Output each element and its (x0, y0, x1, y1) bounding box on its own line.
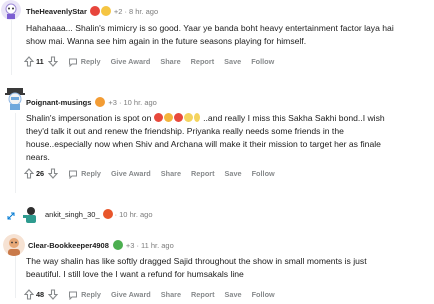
comment-line: The way shalin has like softly dragged S… (26, 256, 367, 266)
comment-body: Hahahaaa... Shalin's mimicry is so good.… (26, 22, 394, 48)
comment-timestamp[interactable]: 11 hr. ago (141, 241, 174, 250)
avatar[interactable] (3, 234, 25, 256)
comment-line: beautiful. I still love the I want a ref… (26, 269, 244, 279)
comment-author[interactable]: ankit_singh_30_ (45, 210, 100, 219)
emoji-icon (173, 113, 183, 122)
separator-dot: · (136, 240, 139, 250)
expand-icon[interactable] (6, 208, 16, 220)
comment-line: nears. (26, 152, 50, 162)
upvote-icon[interactable] (24, 289, 34, 300)
separator-dot: · (124, 6, 127, 16)
comment-icon (69, 170, 78, 179)
report-button[interactable]: Report (191, 290, 215, 299)
comment-icon (68, 58, 77, 67)
emoji-icon (193, 113, 200, 122)
comment-line: they'd talk it out and renew the friends… (26, 126, 344, 136)
vote-count: 11 (36, 57, 44, 66)
flair-icon (95, 97, 106, 107)
emoji-icon (183, 113, 193, 122)
comment-line: Shalin's impersonation is spot on ..and … (26, 112, 431, 125)
save-button[interactable]: Save (225, 169, 242, 178)
karma-badge: +3 (108, 97, 117, 107)
emoji-icons (153, 113, 203, 123)
share-button[interactable]: Share (161, 290, 181, 299)
downvote-icon[interactable] (48, 168, 59, 179)
save-button[interactable]: Save (224, 57, 241, 66)
share-button[interactable]: Share (161, 169, 181, 178)
follow-button[interactable]: Follow (251, 57, 274, 66)
avatar[interactable] (1, 0, 21, 20)
reply-label: Reply (80, 57, 101, 66)
downvote-icon[interactable] (47, 56, 58, 67)
comment-line: house..especially now when Shiv and Arch… (26, 139, 381, 149)
emoji-icon (163, 113, 173, 122)
comment-timestamp[interactable]: 10 hr. ago (119, 210, 152, 219)
comment-author[interactable]: Clear-Bookkeeper4908 (28, 241, 109, 250)
reply-label: Reply (81, 290, 101, 299)
share-button[interactable]: Share (160, 57, 180, 66)
reply-button[interactable]: Reply (68, 290, 101, 300)
upvote-icon[interactable] (24, 168, 34, 179)
report-button[interactable]: Report (191, 169, 215, 178)
avatar[interactable] (3, 86, 27, 110)
comment-timestamp[interactable]: 10 hr. ago (123, 98, 156, 107)
separator-dot: · (118, 97, 122, 107)
comment-text: ..and really I miss this Sakha Sakhi bon… (203, 113, 385, 123)
comment-timestamp[interactable]: 8 hr. ago (129, 7, 158, 16)
reply-button[interactable]: Reply (68, 57, 101, 67)
comment-body: Shalin's impersonation is spot on ..and … (26, 112, 431, 164)
reply-button[interactable]: Reply (68, 169, 101, 179)
flair-icon (100, 6, 111, 16)
karma-badge: +2 (113, 6, 123, 16)
avatar[interactable] (20, 203, 42, 225)
report-button[interactable]: Report (191, 57, 215, 66)
vote-count: 48 (36, 290, 45, 299)
comment-line: Hahahaaa... Shalin's mimicry is so good.… (26, 23, 394, 33)
thread-line[interactable] (15, 113, 16, 193)
thread-line[interactable] (11, 20, 12, 75)
reply-label: Reply (81, 169, 101, 178)
follow-button[interactable]: Follow (252, 290, 275, 299)
comment-line: show mai. Wanna see him again in the fut… (26, 36, 307, 46)
comment-author[interactable]: Poignant-musings (26, 98, 91, 107)
comment-author[interactable]: TheHeavenlyStar (26, 7, 87, 16)
comment-text: Shalin's impersonation is spot on (26, 113, 152, 123)
flair-icon (89, 6, 100, 16)
vote-count: 26 (36, 169, 45, 178)
thread-line[interactable] (15, 253, 16, 298)
give-award-button[interactable]: Give Award (111, 290, 151, 299)
flair-icon (112, 240, 123, 250)
save-button[interactable]: Save (225, 290, 242, 299)
flair-icon (102, 209, 113, 219)
comment-icon (69, 291, 78, 300)
give-award-button[interactable]: Give Award (111, 169, 151, 178)
follow-button[interactable]: Follow (252, 169, 275, 178)
downvote-icon[interactable] (48, 289, 59, 300)
give-award-button[interactable]: Give Award (111, 57, 151, 66)
separator-dot: · (114, 209, 118, 219)
comment-body: The way shalin has like softly dragged S… (26, 255, 367, 281)
karma-badge: +3 (125, 240, 135, 250)
upvote-icon[interactable] (24, 56, 34, 67)
emoji-icon (153, 113, 163, 122)
